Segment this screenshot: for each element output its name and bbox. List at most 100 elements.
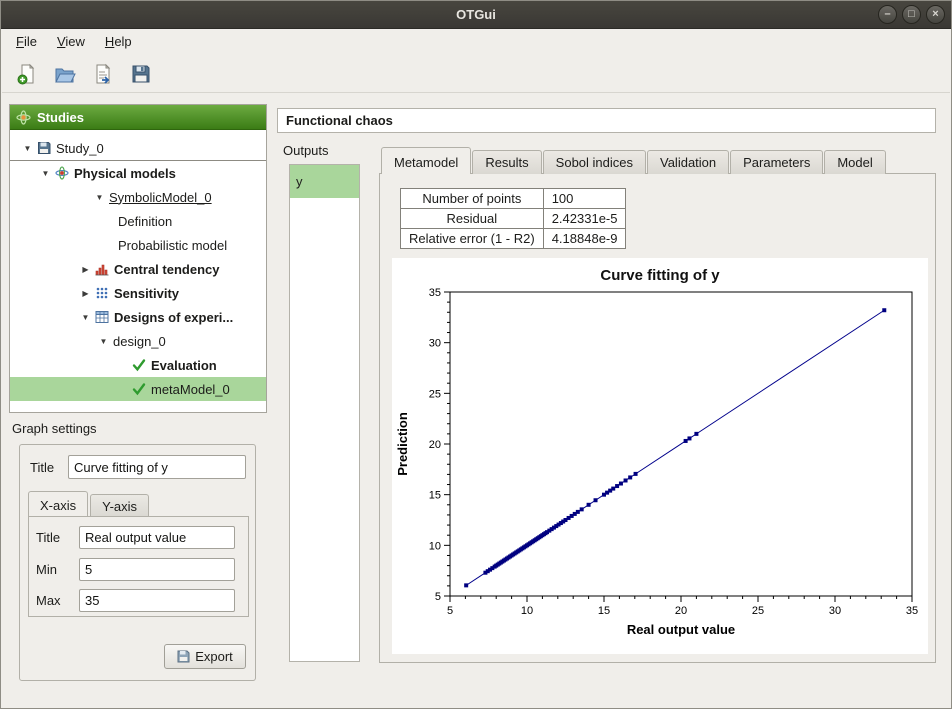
analysis-title: Functional chaos bbox=[277, 108, 936, 133]
chevron-down-icon[interactable]: ▼ bbox=[94, 193, 105, 202]
histogram-icon bbox=[95, 262, 110, 277]
graph-settings-group: Title X-axis Y-axis Title Min Max Export bbox=[19, 444, 256, 681]
studies-header: Studies bbox=[10, 105, 266, 130]
tree-item-evaluation[interactable]: Evaluation bbox=[10, 353, 266, 377]
tree-item-study-0[interactable]: ▼ Study_0 bbox=[10, 137, 266, 161]
minimize-icon[interactable]: – bbox=[878, 5, 897, 24]
tree-item-physical-models[interactable]: ▼ Physical models bbox=[10, 161, 266, 185]
axis-title-input[interactable] bbox=[79, 526, 235, 549]
maximize-icon[interactable]: □ bbox=[902, 5, 921, 24]
svg-text:35: 35 bbox=[906, 605, 918, 617]
axis-max-label: Max bbox=[36, 593, 61, 608]
chevron-down-icon[interactable]: ▼ bbox=[98, 337, 109, 346]
open-study-button[interactable] bbox=[50, 59, 80, 89]
new-study-button[interactable] bbox=[12, 59, 42, 89]
export-icon bbox=[177, 650, 190, 663]
studies-icon bbox=[16, 110, 31, 125]
tab-model[interactable]: Model bbox=[824, 150, 885, 174]
toolbar bbox=[2, 55, 950, 93]
tree-item-label: Study_0 bbox=[56, 141, 104, 156]
outputs-label: Outputs bbox=[283, 143, 329, 158]
check-icon bbox=[132, 382, 147, 397]
table-cell-label: Number of points bbox=[401, 189, 544, 209]
metamodel-summary-table: Number of points 100 Residual 2.42331e-5… bbox=[400, 188, 626, 249]
tab-validation[interactable]: Validation bbox=[647, 150, 729, 174]
save-button[interactable] bbox=[126, 59, 156, 89]
axis-max-input[interactable] bbox=[79, 589, 235, 612]
table-cell-value: 4.18848e-9 bbox=[543, 229, 626, 249]
close-icon[interactable]: × bbox=[926, 5, 945, 24]
svg-text:25: 25 bbox=[752, 605, 764, 617]
import-script-icon bbox=[92, 63, 114, 85]
chevron-down-icon[interactable]: ▼ bbox=[40, 169, 51, 178]
import-script-button[interactable] bbox=[88, 59, 118, 89]
export-button[interactable]: Export bbox=[164, 644, 246, 669]
title-label: Title bbox=[30, 460, 54, 475]
check-icon bbox=[132, 358, 147, 373]
scatter-plot: 55101015152020252530303535Real output va… bbox=[392, 286, 928, 642]
export-button-label: Export bbox=[195, 649, 233, 664]
window-title: OTGui bbox=[456, 7, 496, 22]
output-item-y[interactable]: y bbox=[290, 165, 359, 198]
tab-y-axis[interactable]: Y-axis bbox=[90, 494, 149, 516]
tree-item-label: Probabilistic model bbox=[118, 238, 227, 253]
svg-text:Prediction: Prediction bbox=[395, 412, 410, 476]
tree-item-central-tendency[interactable]: ▶ Central tendency bbox=[10, 257, 266, 281]
tab-results[interactable]: Results bbox=[472, 150, 541, 174]
menu-view[interactable]: View bbox=[47, 30, 95, 55]
title-bar[interactable]: OTGui – □ × bbox=[1, 1, 951, 29]
graph-title-input[interactable] bbox=[68, 455, 246, 479]
svg-text:20: 20 bbox=[429, 439, 441, 451]
axis-tabs: X-axis Y-axis bbox=[28, 491, 151, 516]
tree-item-label: metaModel_0 bbox=[151, 382, 230, 397]
tree-item-design-0[interactable]: ▼ design_0 bbox=[10, 329, 266, 353]
chevron-down-icon[interactable]: ▼ bbox=[80, 313, 91, 322]
svg-text:20: 20 bbox=[675, 605, 687, 617]
menu-help[interactable]: Help bbox=[95, 30, 142, 55]
chart-title: Curve fitting of y bbox=[392, 258, 928, 284]
table-cell-label: Residual bbox=[401, 209, 544, 229]
svg-text:10: 10 bbox=[429, 540, 441, 552]
tree-item-sensitivity[interactable]: ▶ Sensitivity bbox=[10, 281, 266, 305]
tree-item-label: Central tendency bbox=[114, 262, 219, 277]
outputs-list: y bbox=[289, 164, 360, 662]
app-window: OTGui – □ × File View Help bbox=[0, 0, 952, 709]
svg-text:30: 30 bbox=[829, 605, 841, 617]
menu-bar: File View Help bbox=[2, 30, 950, 55]
study-save-icon bbox=[37, 141, 52, 156]
tab-x-axis[interactable]: X-axis bbox=[28, 491, 88, 516]
tree-item-probabilistic-model[interactable]: Probabilistic model bbox=[10, 233, 266, 257]
tree-item-metamodel-0[interactable]: metaModel_0 bbox=[10, 377, 266, 401]
chevron-right-icon[interactable]: ▶ bbox=[80, 265, 91, 274]
axis-min-input[interactable] bbox=[79, 558, 235, 581]
tree-item-label: Physical models bbox=[74, 166, 176, 181]
tab-sobol-indices[interactable]: Sobol indices bbox=[543, 150, 646, 174]
tree-item-definition[interactable]: Definition bbox=[10, 209, 266, 233]
chevron-down-icon[interactable]: ▼ bbox=[22, 144, 33, 153]
svg-text:25: 25 bbox=[429, 388, 441, 400]
tab-parameters[interactable]: Parameters bbox=[730, 150, 823, 174]
tree-item-label: Evaluation bbox=[151, 358, 217, 373]
svg-text:15: 15 bbox=[429, 490, 441, 502]
svg-text:10: 10 bbox=[521, 605, 533, 617]
axis-title-label: Title bbox=[36, 530, 60, 545]
table-grid-icon bbox=[95, 310, 110, 325]
svg-text:Real output value: Real output value bbox=[627, 622, 735, 637]
tree-item-symbolicmodel-0[interactable]: ▼ SymbolicModel_0 bbox=[10, 185, 266, 209]
table-cell-value: 100 bbox=[543, 189, 626, 209]
chevron-right-icon[interactable]: ▶ bbox=[80, 289, 91, 298]
svg-text:5: 5 bbox=[447, 605, 453, 617]
menu-file[interactable]: File bbox=[6, 30, 47, 55]
studies-panel: Studies ▼ Study_0 ▼ bbox=[9, 104, 267, 413]
table-cell-label: Relative error (1 - R2) bbox=[401, 229, 544, 249]
scatter-dots-icon bbox=[95, 286, 110, 301]
save-icon bbox=[130, 63, 152, 85]
axis-settings-pane: Title Min Max bbox=[28, 516, 249, 617]
tree-item-label: design_0 bbox=[113, 334, 166, 349]
tree-item-label: SymbolicModel_0 bbox=[109, 190, 212, 205]
tab-metamodel[interactable]: Metamodel bbox=[381, 147, 471, 174]
tree-item-designs-of-experiments[interactable]: ▼ Designs of experi... bbox=[10, 305, 266, 329]
table-cell-value: 2.42331e-5 bbox=[543, 209, 626, 229]
tree-item-label: Designs of experi... bbox=[114, 310, 233, 325]
table-row: Relative error (1 - R2) 4.18848e-9 bbox=[401, 229, 626, 249]
